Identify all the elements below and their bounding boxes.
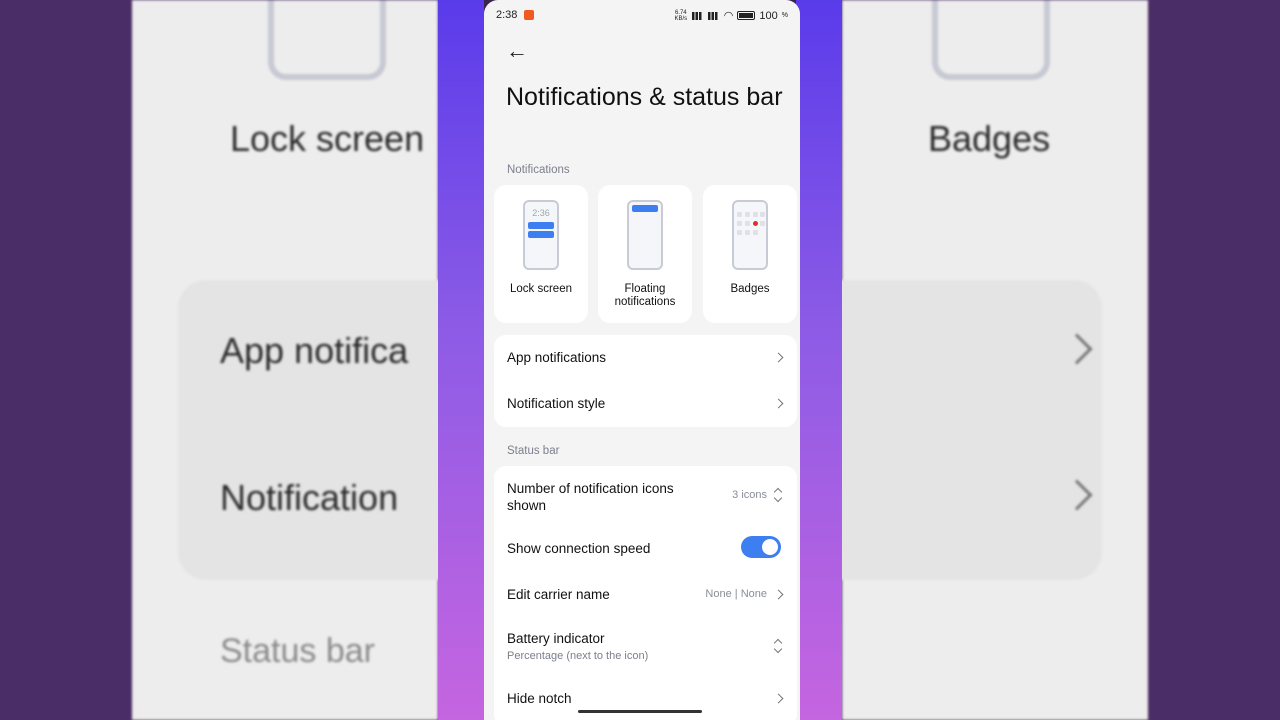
row-label: Battery indicator	[507, 631, 605, 646]
background-right: Badges	[842, 0, 1280, 720]
up-down-icon[interactable]	[773, 639, 783, 653]
app-dot	[745, 230, 750, 235]
background-panel: Lock screen App notifica Notification St…	[132, 0, 438, 720]
battery-level: 100	[759, 9, 778, 22]
signal-icon	[707, 11, 720, 20]
badges-preview-icon	[732, 200, 768, 270]
background-phone-outline	[932, 0, 1050, 80]
row-label: Notification style	[507, 396, 606, 411]
app-dot	[745, 221, 750, 226]
background-notification-style-label: Notification	[220, 477, 399, 518]
background-gradient-left	[438, 0, 484, 720]
row-app-notifications[interactable]: App notifications	[507, 350, 784, 365]
preview-floating-bar	[632, 205, 658, 212]
background-panel: Badges	[842, 0, 1148, 720]
section-notifications: Notifications	[507, 164, 570, 176]
floating-notifications-preview-icon	[627, 200, 663, 270]
phone-screen: 2:38 6.74 KB/s ◠ 100% ← Notifications & …	[484, 0, 800, 720]
tile-badges[interactable]: Badges	[703, 185, 797, 323]
lock-screen-preview-icon: 2:36	[523, 200, 559, 270]
tile-label: Lock screen	[509, 283, 572, 295]
preview-notification-bar	[528, 222, 554, 229]
row-value: None | None	[705, 588, 767, 600]
tile-floating-notifications[interactable]: Floating notifications	[598, 185, 692, 323]
background-left: Lock screen App notifica Notification St…	[0, 0, 438, 720]
app-dot	[737, 230, 742, 235]
preview-notification-bar	[528, 231, 554, 238]
status-icons: 6.74 KB/s ◠ 100%	[674, 9, 788, 23]
battery-icon	[737, 11, 756, 20]
background-card	[842, 280, 1102, 580]
notifications-card: App notifications Notification style	[494, 335, 797, 427]
row-value: 3 icons	[732, 489, 767, 501]
app-dot	[760, 212, 765, 217]
app-dot	[737, 212, 742, 217]
app-dot	[760, 221, 765, 226]
up-down-icon[interactable]	[773, 488, 783, 502]
row-label: Show connection speed	[507, 541, 651, 556]
connection-speed-toggle[interactable]	[741, 536, 781, 558]
background-card	[178, 280, 438, 580]
row-notification-style[interactable]: Notification style	[507, 396, 784, 411]
signal-icon	[691, 11, 704, 20]
row-sublabel: Percentage (next to the icon)	[507, 650, 649, 662]
status-time: 2:38	[496, 9, 518, 21]
tile-lock-screen[interactable]: 2:36 Lock screen	[494, 185, 588, 323]
status-bar-card: Number of notification icons shown 3 ico…	[494, 466, 797, 720]
app-dot	[737, 221, 742, 226]
app-dot	[753, 212, 758, 217]
row-notification-icons-count[interactable]: Number of notification icons shown	[507, 480, 707, 514]
background-badges-label: Badges	[928, 118, 1051, 159]
row-label: Edit carrier name	[507, 587, 610, 602]
net-speed: 6.74 KB/s	[674, 9, 688, 22]
tile-label: Floating notifications	[614, 283, 676, 308]
background-phone-outline	[268, 0, 386, 80]
page-title: Notifications & status bar	[506, 83, 783, 111]
screen-record-icon	[524, 10, 534, 20]
background-gradient-right	[796, 0, 842, 720]
percent-sign: %	[781, 12, 788, 19]
row-label: Number of notification icons shown	[507, 481, 674, 513]
wifi-icon: ◠	[723, 10, 734, 22]
background-lock-screen-label: Lock screen	[230, 118, 425, 159]
row-hide-notch[interactable]: Hide notch	[507, 691, 784, 706]
background-status-bar-label: Status bar	[220, 632, 375, 670]
status-bar: 2:38 6.74 KB/s ◠ 100%	[484, 0, 800, 30]
preview-clock: 2:36	[532, 208, 550, 218]
arrow-left-icon[interactable]: ←	[506, 40, 530, 64]
app-dot	[753, 230, 758, 235]
section-status-bar: Status bar	[507, 445, 560, 457]
row-label: App notifications	[507, 350, 607, 365]
home-indicator[interactable]	[578, 710, 702, 713]
tile-label: Badges	[730, 283, 770, 295]
background-app-notifications-label: App notifica	[220, 330, 409, 371]
row-label: Hide notch	[507, 691, 572, 706]
row-battery-indicator[interactable]: Battery indicator Percentage (next to th…	[507, 631, 784, 662]
app-dot	[745, 212, 750, 217]
badge-dot-icon	[753, 221, 758, 226]
